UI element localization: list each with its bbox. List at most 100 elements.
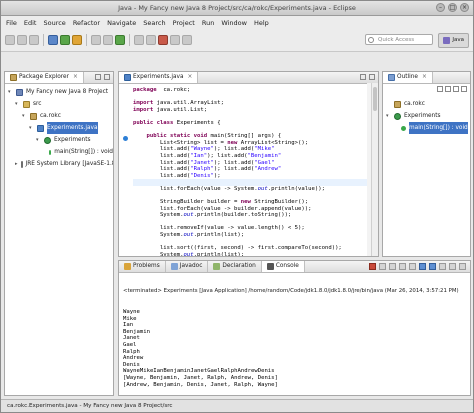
code-line[interactable]: list.removeIf(value -> value.length() < … xyxy=(133,225,378,232)
tab-problems[interactable]: Problems xyxy=(119,261,166,272)
print-icon[interactable] xyxy=(29,35,39,45)
maximize-view-icon[interactable] xyxy=(369,74,375,80)
code-line[interactable]: public static void main(String[] args) { xyxy=(133,133,378,140)
minimize-view-icon[interactable] xyxy=(449,263,456,270)
search-icon[interactable] xyxy=(146,35,156,45)
tab-declaration[interactable]: Declaration xyxy=(208,261,262,272)
close-icon[interactable]: × xyxy=(422,72,427,83)
tab-console[interactable]: Console xyxy=(261,261,305,272)
new-java-project-icon[interactable] xyxy=(91,35,101,45)
code-editor[interactable]: package ca.rokc;​import java.util.ArrayL… xyxy=(119,84,378,256)
code-line[interactable]: list.add("Denis"); xyxy=(133,173,378,180)
minimize-button[interactable]: – xyxy=(436,3,445,12)
collapse-icon[interactable]: ▾ xyxy=(36,134,41,146)
hide-fields-icon[interactable] xyxy=(445,86,451,92)
menu-item-search[interactable]: Search xyxy=(143,19,165,27)
code-line[interactable]: import java.util.ArrayList; xyxy=(133,100,378,107)
remove-launch-icon[interactable] xyxy=(379,263,386,270)
code-line[interactable]: ​ xyxy=(133,219,378,226)
pin-console-icon[interactable] xyxy=(419,263,426,270)
close-button[interactable]: × xyxy=(460,3,469,12)
code-line[interactable]: import java.util.List; xyxy=(133,107,378,114)
code-line[interactable]: System.out.println(list); xyxy=(133,232,378,239)
code-line[interactable]: ​ xyxy=(133,94,378,101)
view-menu-icon[interactable] xyxy=(461,86,467,92)
close-icon[interactable]: × xyxy=(188,72,193,83)
menu-item-edit[interactable]: Edit xyxy=(24,19,37,27)
package-tree-item[interactable]: main(String[]) : void xyxy=(5,146,113,158)
java-perspective-button[interactable]: Java xyxy=(438,33,469,48)
code-line[interactable]: list.forEach(value -> System.out.println… xyxy=(133,186,378,193)
menu-item-run[interactable]: Run xyxy=(202,19,214,27)
terminate-icon[interactable] xyxy=(369,263,376,270)
override-marker-icon[interactable] xyxy=(123,136,128,141)
code-line[interactable]: public class Experiments { xyxy=(133,120,378,127)
collapse-icon[interactable]: ▾ xyxy=(8,86,13,98)
tab-package-explorer[interactable]: Package Explorer × xyxy=(5,72,84,83)
code-line[interactable]: list.add("Janet"); list.add("Gael" xyxy=(133,160,378,167)
code-line[interactable]: list.sort((first, second) -> first.compa… xyxy=(133,245,378,252)
maximize-view-icon[interactable] xyxy=(459,263,466,270)
package-tree-item[interactable]: ▾ ca.rokc xyxy=(5,110,113,122)
outline-item[interactable]: ca.rokc xyxy=(383,98,470,110)
collapse-icon[interactable]: ▾ xyxy=(29,122,34,134)
forward-icon[interactable] xyxy=(182,35,192,45)
maximize-view-icon[interactable] xyxy=(104,74,110,80)
collapse-icon[interactable]: ▾ xyxy=(386,110,391,122)
maximize-button[interactable]: □ xyxy=(448,3,457,12)
clear-console-icon[interactable] xyxy=(399,263,406,270)
menu-item-refactor[interactable]: Refactor xyxy=(73,19,100,27)
package-tree-item[interactable]: ▸ JRE System Library [JavaSE-1.8] xyxy=(5,158,113,170)
open-console-icon[interactable] xyxy=(439,263,446,270)
minimize-view-icon[interactable] xyxy=(95,74,101,80)
menu-item-project[interactable]: Project xyxy=(173,19,195,27)
code-line[interactable]: ​ xyxy=(133,193,378,200)
new-icon[interactable] xyxy=(5,35,15,45)
back-icon[interactable] xyxy=(170,35,180,45)
menu-item-source[interactable]: Source xyxy=(43,19,65,27)
package-tree-item[interactable]: ▾ Experiments xyxy=(5,134,113,146)
remove-all-icon[interactable] xyxy=(389,263,396,270)
quick-access-input[interactable]: Quick Access xyxy=(365,34,433,45)
code-line[interactable]: list.add("Ian"); list.add("Benjamin" xyxy=(133,153,378,160)
collapse-icon[interactable]: ▾ xyxy=(15,98,20,110)
save-icon[interactable] xyxy=(17,35,27,45)
outline-item[interactable]: main(String[]) : void xyxy=(383,122,470,134)
debug-icon[interactable] xyxy=(48,35,58,45)
console-output[interactable]: <terminated> Experiments [Java Applicati… xyxy=(119,273,470,395)
package-tree-item[interactable]: ▾ My Fancy new Java 8 Project xyxy=(5,86,113,98)
scrollbar-thumb[interactable] xyxy=(373,87,377,111)
new-package-icon[interactable] xyxy=(103,35,113,45)
scroll-lock-icon[interactable] xyxy=(409,263,416,270)
annotation-icon[interactable] xyxy=(158,35,168,45)
window-titlebar[interactable]: Java - My Fancy new Java 8 Project/src/c… xyxy=(1,1,473,16)
menu-item-window[interactable]: Window xyxy=(221,19,247,27)
code-line[interactable]: List<String> list = new ArrayList<String… xyxy=(133,140,378,147)
tab-javadoc[interactable]: Javadoc xyxy=(166,261,209,272)
code-line[interactable]: System.out.println(builder.toString()); xyxy=(133,212,378,219)
code-line[interactable]: ​ xyxy=(133,179,378,186)
menu-item-help[interactable]: Help xyxy=(254,19,269,27)
editor-scrollbar[interactable] xyxy=(371,83,378,256)
code-line[interactable]: System.out.println(list); xyxy=(133,252,378,256)
code-line[interactable]: ​ xyxy=(133,127,378,134)
package-tree-item[interactable]: ▾ Experiments.java xyxy=(5,122,113,134)
open-type-icon[interactable] xyxy=(134,35,144,45)
code-line[interactable]: ​ xyxy=(133,113,378,120)
code-line[interactable]: StringBuilder builder = new StringBuilde… xyxy=(133,199,378,206)
run-icon[interactable] xyxy=(60,35,70,45)
hide-static-icon[interactable] xyxy=(453,86,459,92)
outline-item[interactable]: ▾ Experiments xyxy=(383,110,470,122)
minimize-view-icon[interactable] xyxy=(360,74,366,80)
tab-outline[interactable]: Outline × xyxy=(383,72,433,83)
code-line[interactable]: ​ xyxy=(133,239,378,246)
collapse-icon[interactable]: ▾ xyxy=(22,110,27,122)
external-tools-icon[interactable] xyxy=(72,35,82,45)
code-line[interactable]: list.add("Ralph"); list.add("Andrew" xyxy=(133,166,378,173)
code-line[interactable]: list.add("Wayne"); list.add("Mike" xyxy=(133,146,378,153)
package-tree-item[interactable]: ▾ src xyxy=(5,98,113,110)
new-class-icon[interactable] xyxy=(115,35,125,45)
display-console-icon[interactable] xyxy=(429,263,436,270)
expand-icon[interactable]: ▸ xyxy=(15,158,18,170)
code-line[interactable]: package ca.rokc; xyxy=(133,87,378,94)
